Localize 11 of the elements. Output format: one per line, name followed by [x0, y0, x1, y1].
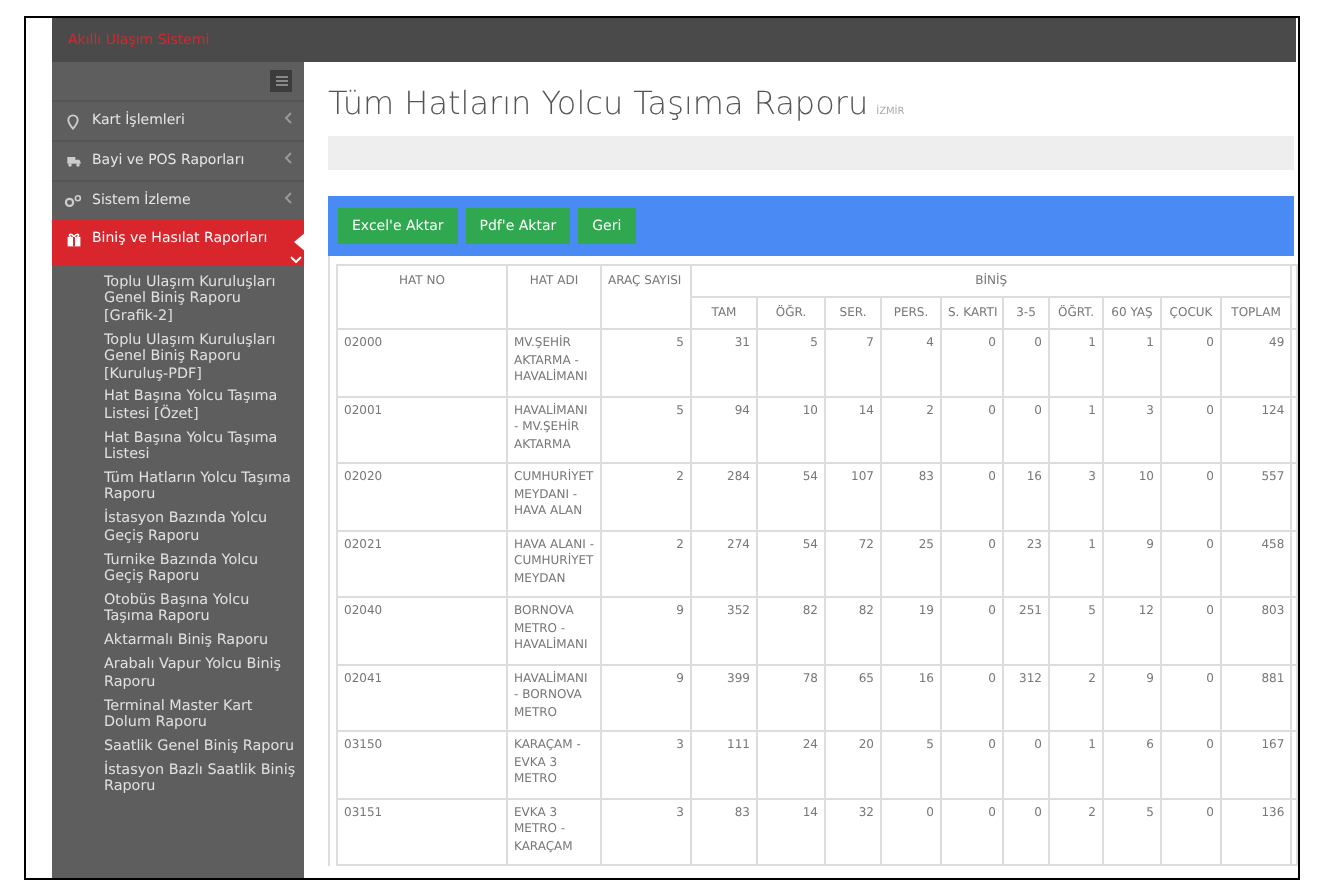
chevron-icon [284, 192, 292, 204]
chevron-icon [284, 112, 292, 124]
chevron-icon [290, 256, 302, 264]
gift-icon [65, 232, 81, 248]
active-pointer-arrow [294, 232, 306, 252]
page-title: Tüm Hatların Yolcu Taşıma Raporu [328, 84, 869, 124]
map-pin-icon [66, 114, 80, 130]
menu-button[interactable] [270, 70, 292, 92]
gears-icon [64, 194, 82, 208]
chevron-icon [284, 152, 292, 164]
truck-icon [65, 154, 81, 168]
